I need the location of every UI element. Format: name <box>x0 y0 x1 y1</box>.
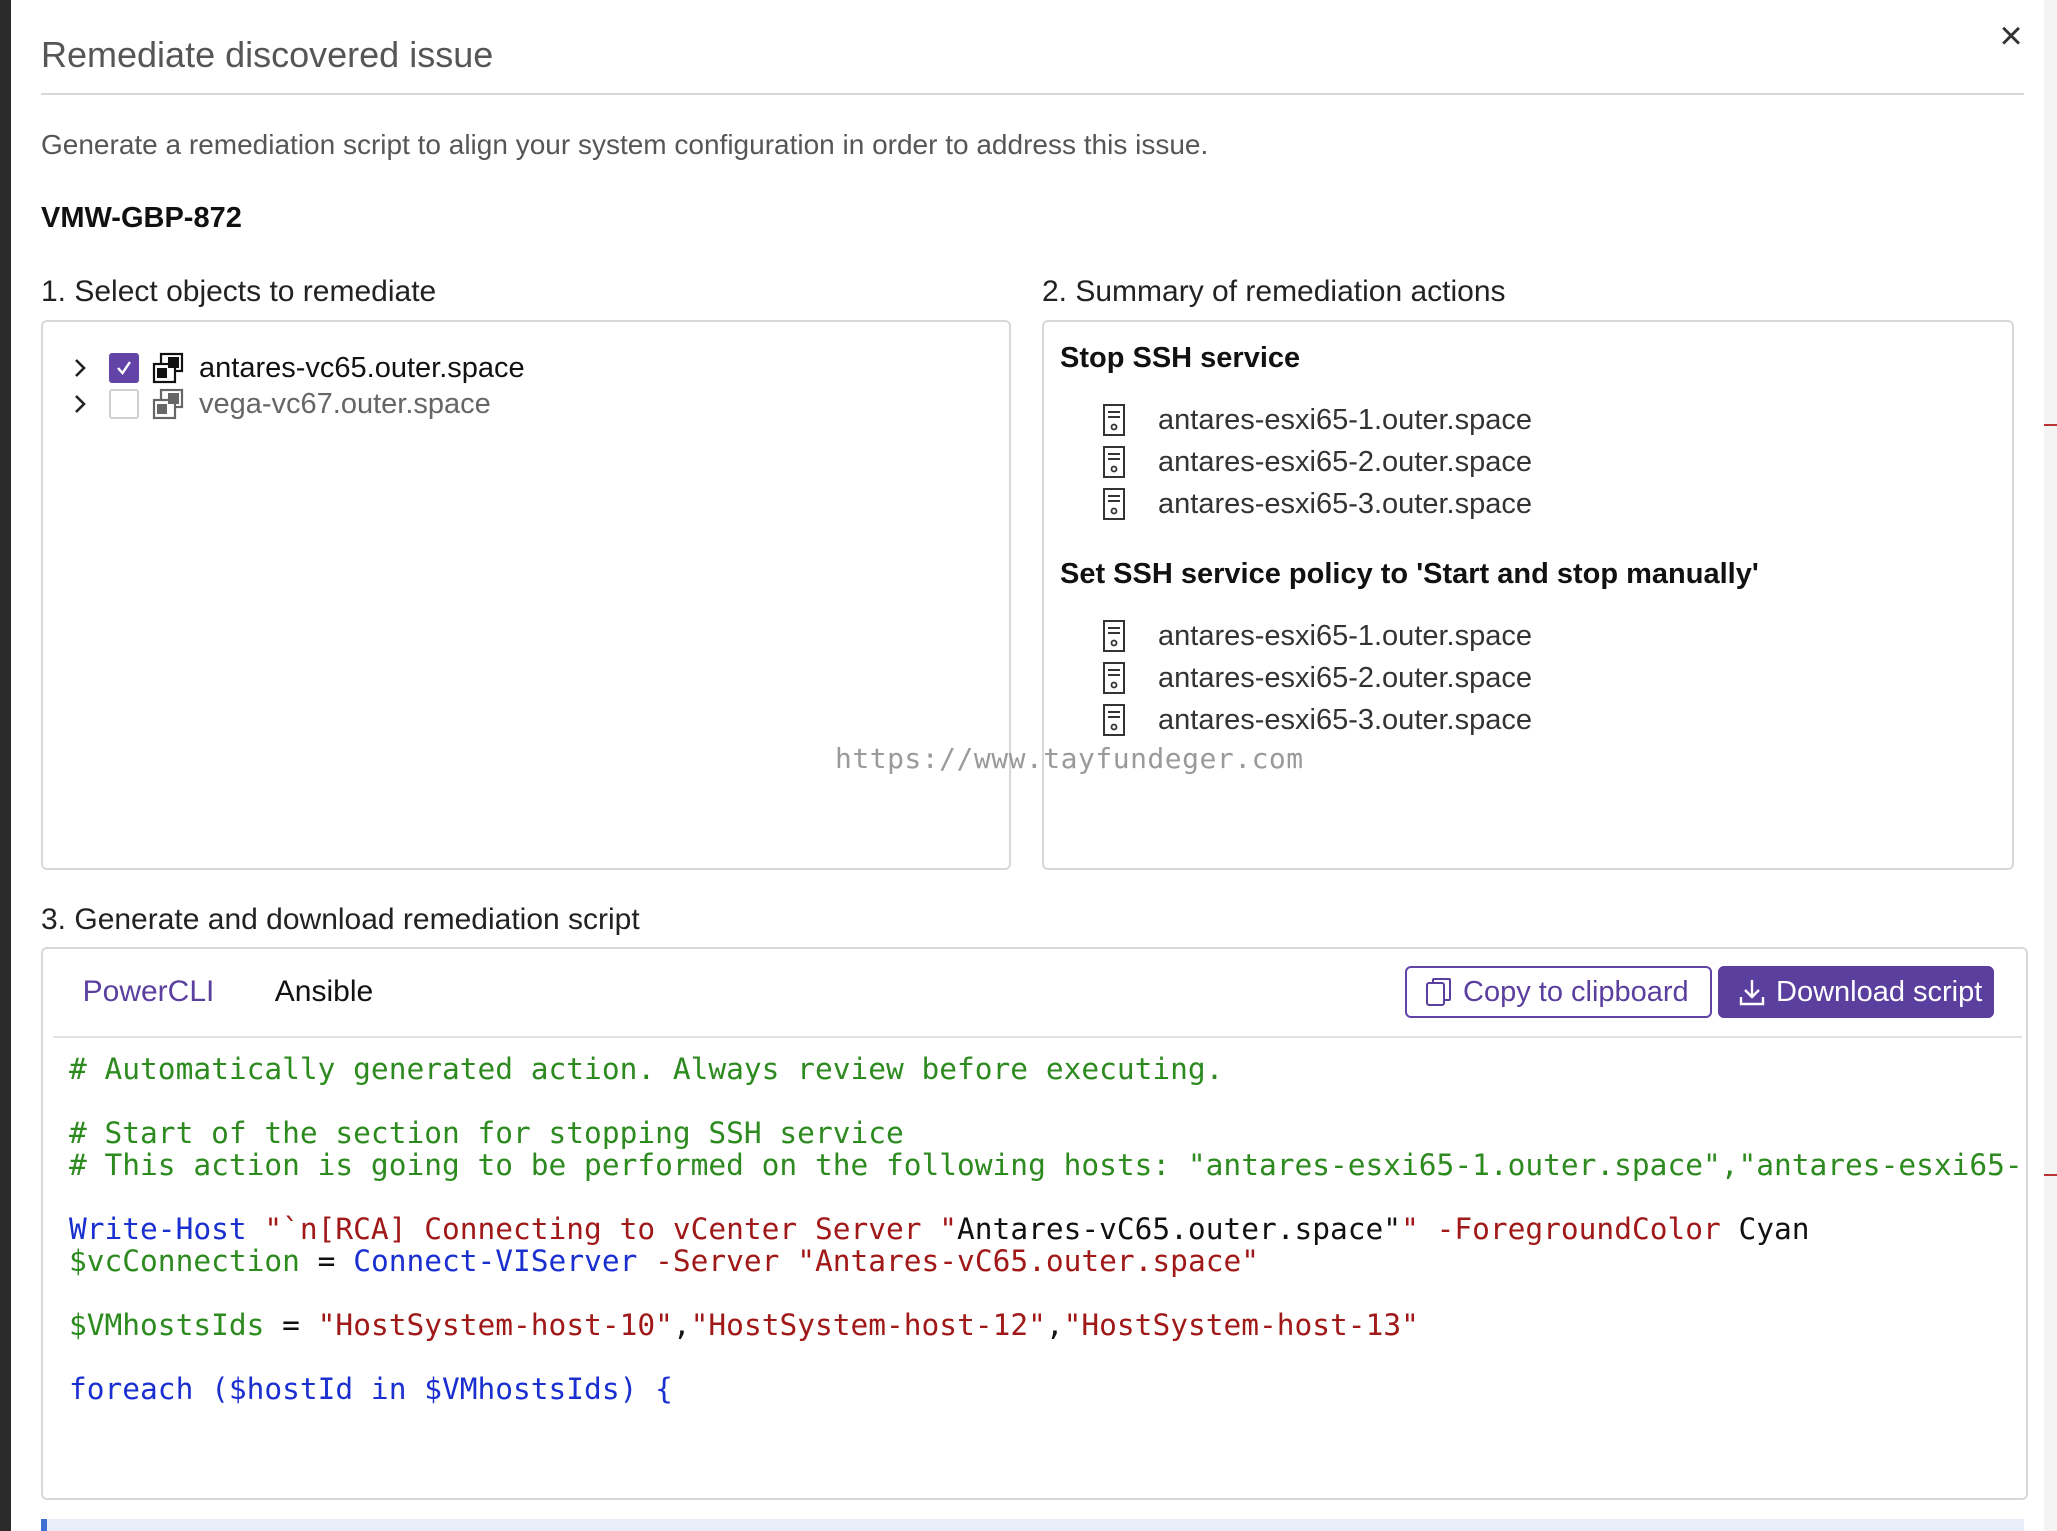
object-tree: antares-vc65.outer.space vega-vc67.outer… <box>41 320 1011 870</box>
chevron-right-icon[interactable] <box>65 389 95 419</box>
copy-button-label: Copy to clipboard <box>1463 975 1689 1008</box>
script-code-view[interactable]: # Automatically generated action. Always… <box>53 1038 2022 1494</box>
tree-item-label: vega-vc67.outer.space <box>199 387 491 420</box>
step2-label: 2. Summary of remediation actions <box>1042 275 1506 308</box>
host-item: antares-esxi65-1.outer.space <box>1102 403 1532 437</box>
download-button-label: Download script <box>1776 975 1983 1008</box>
code-line: foreach ($hostId in $VMhostsIds) { <box>69 1372 673 1406</box>
copy-to-clipboard-button[interactable]: Copy to clipboard <box>1405 966 1712 1018</box>
info-banner <box>41 1519 2024 1531</box>
watermark: https://www.tayfundeger.com <box>835 742 1304 775</box>
title-divider <box>41 93 2024 95</box>
code-line: # Start of the section for stopping SSH … <box>69 1116 904 1150</box>
checkbox-antares[interactable] <box>109 353 139 383</box>
code-line: Write-Host "`n[RCA] Connecting to vCente… <box>69 1212 1810 1246</box>
host-item: antares-esxi65-3.outer.space <box>1102 703 1532 737</box>
code-line: $VMhostsIds = "HostSystem-host-10","Host… <box>69 1308 1419 1342</box>
close-icon[interactable]: × <box>1989 14 2033 58</box>
tree-item-vega[interactable]: vega-vc67.outer.space <box>65 384 491 424</box>
host-item: antares-esxi65-1.outer.space <box>1102 619 1532 653</box>
server-icon <box>1103 662 1125 694</box>
issue-id: VMW-GBP-872 <box>41 202 242 234</box>
server-icon <box>1103 704 1125 736</box>
server-icon <box>1103 446 1125 478</box>
backdrop-left <box>0 0 11 1531</box>
backdrop-right <box>2044 0 2057 1531</box>
code-line: # Automatically generated action. Always… <box>69 1052 1224 1086</box>
host-item: antares-esxi65-2.outer.space <box>1102 445 1532 479</box>
tab-powercli[interactable]: PowerCLI <box>53 970 244 1042</box>
code-line: $vcConnection = Connect-VIServer -Server… <box>69 1244 1259 1278</box>
action-title: Stop SSH service <box>1060 342 1301 374</box>
action-title: Set SSH service policy to 'Start and sto… <box>1060 558 1759 590</box>
dialog-title: Remediate discovered issue <box>41 34 494 75</box>
step3-label: 3. Generate and download remediation scr… <box>41 903 640 936</box>
dialog-description: Generate a remediation script to align y… <box>41 129 1209 160</box>
chevron-right-icon[interactable] <box>65 353 95 383</box>
remediation-summary: Stop SSH service antares-esxi65-1.outer.… <box>1042 320 2014 870</box>
step1-label: 1. Select objects to remediate <box>41 275 437 308</box>
server-icon <box>1103 620 1125 652</box>
host-item: antares-esxi65-3.outer.space <box>1102 487 1532 521</box>
server-icon <box>1103 488 1125 520</box>
server-icon <box>1103 404 1125 436</box>
tree-item-label: antares-vc65.outer.space <box>199 351 525 384</box>
checkbox-vega[interactable] <box>109 389 139 419</box>
tab-ansible[interactable]: Ansible <box>251 970 397 1038</box>
download-icon <box>1739 980 1765 1006</box>
vcenter-icon <box>152 352 184 384</box>
host-item: antares-esxi65-2.outer.space <box>1102 661 1532 695</box>
remediate-dialog: Remediate discovered issue × Generate a … <box>11 0 2044 1531</box>
tree-item-antares[interactable]: antares-vc65.outer.space <box>65 348 525 388</box>
vcenter-icon <box>152 388 184 420</box>
code-line: # This action is going to be performed o… <box>69 1148 2022 1182</box>
download-script-button[interactable]: Download script <box>1718 966 1994 1018</box>
copy-icon <box>1426 978 1451 1006</box>
